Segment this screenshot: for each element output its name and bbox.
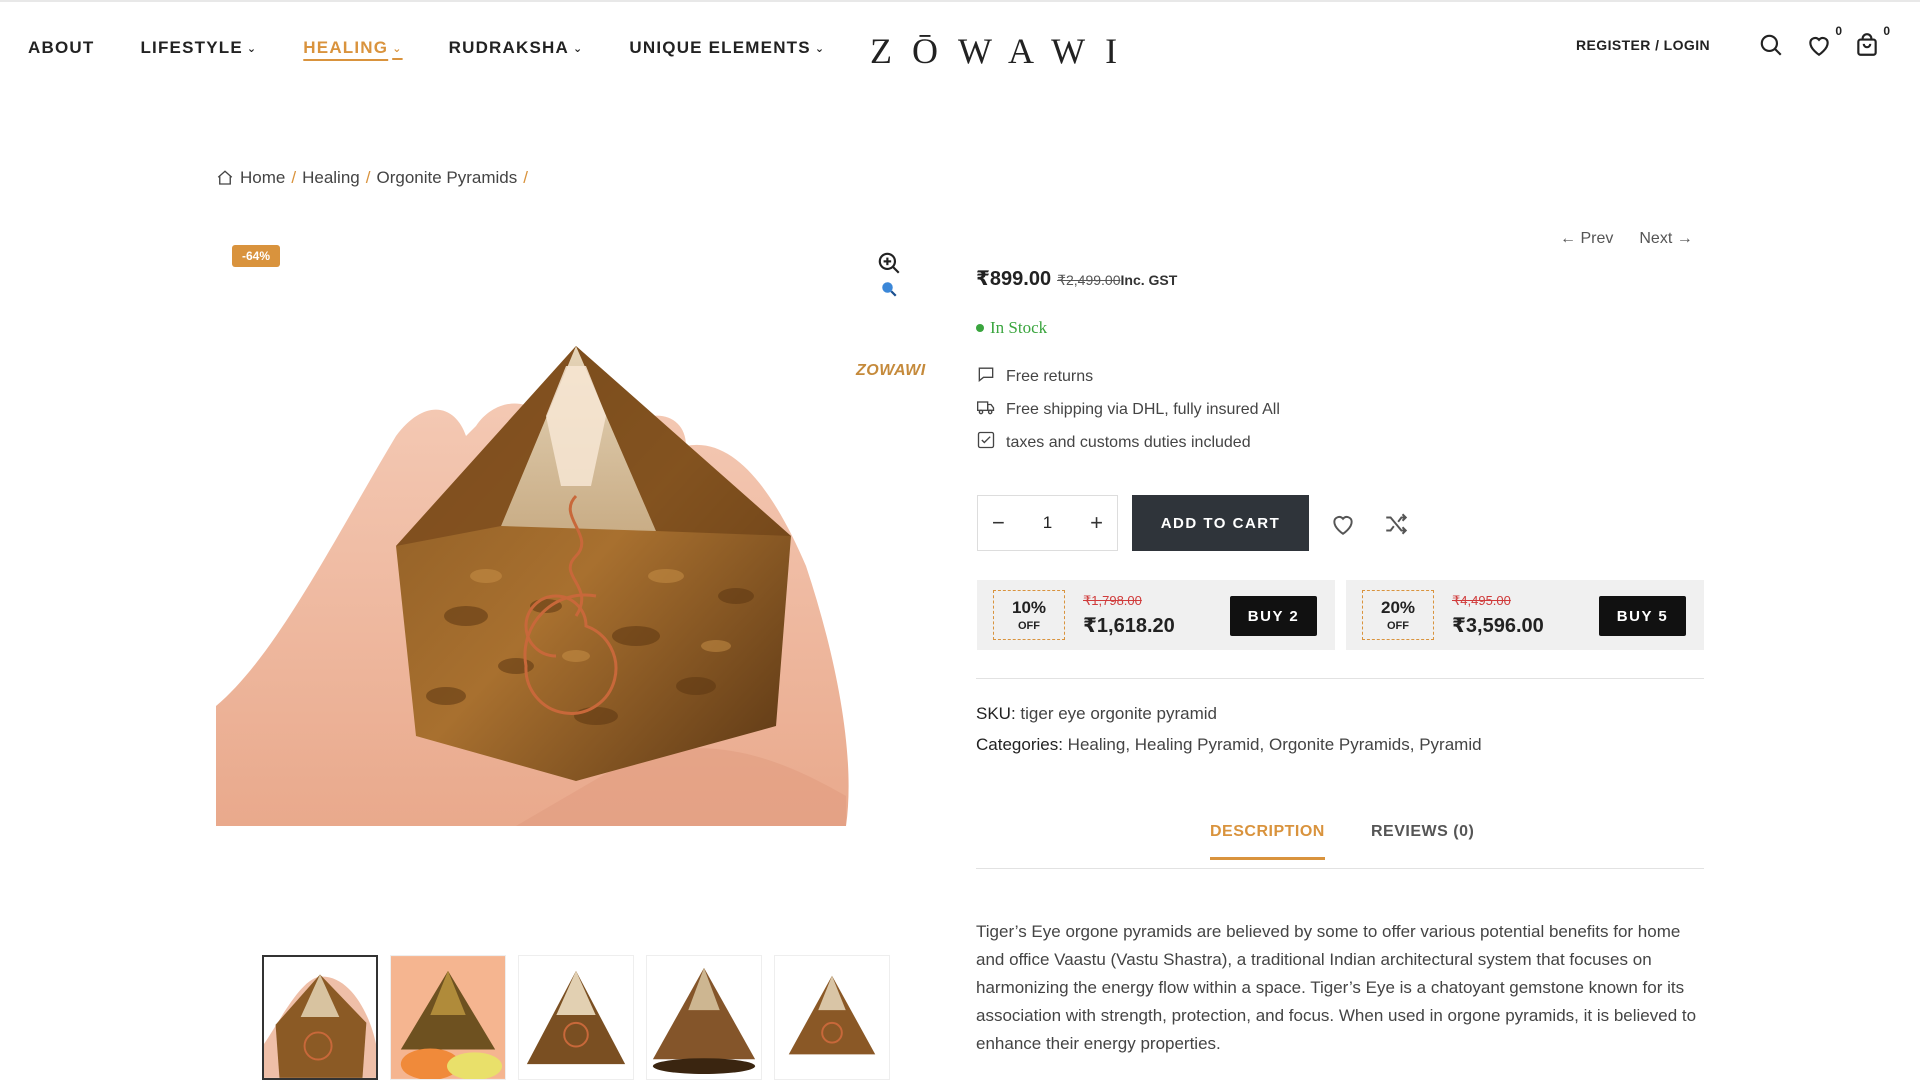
bundle-original-price: ₹1,798.00 (1083, 593, 1142, 608)
checkbox-icon (976, 430, 1006, 455)
search-icon[interactable] (1758, 32, 1784, 58)
breadcrumb: Home / Healing / Orgonite Pyramids / (216, 168, 534, 188)
home-icon[interactable] (216, 169, 234, 187)
nav-healing[interactable]: HEALING ⌄ (303, 38, 402, 58)
bundle-price: ₹3,596.00 (1452, 615, 1544, 637)
bundle-discount-off: OFF (1018, 620, 1040, 632)
bundle-price: ₹1,618.20 (1083, 615, 1175, 637)
category-link-orgonite-pyramids[interactable]: Orgonite Pyramids (1269, 735, 1410, 754)
prev-link[interactable]: ← Prev (1560, 230, 1613, 248)
main-nav: ABOUT LIFESTYLE ⌄ HEALING ⌄ RUDRAKSHA ⌄ UNI… (28, 38, 871, 58)
nav-rudraksha[interactable]: RUDRAKSHA ⌄ (449, 38, 584, 58)
categories-line: Categories: Healing, Healing Pyramid, Or… (976, 735, 1482, 754)
main-product-image[interactable] (216, 236, 916, 826)
add-to-cart-button[interactable]: ADD TO CART (1132, 495, 1309, 551)
nav-rudraksha-label: RUDRAKSHA (448, 38, 569, 57)
site-logo[interactable]: ZŌWAWI (870, 30, 1137, 72)
next-label: Next (1639, 230, 1673, 247)
category-link-healing[interactable]: Healing (1068, 735, 1126, 754)
magnifier-icon (880, 280, 898, 298)
buy-2-button[interactable]: BUY 2 (1230, 596, 1317, 636)
sku-line: SKU: tiger eye orgonite pyramid (976, 704, 1217, 724)
thumbnail-5[interactable] (774, 955, 890, 1080)
nav-lifestyle[interactable]: LIFESTYLE ⌄ (140, 38, 257, 58)
prev-label: Prev (1580, 230, 1614, 247)
bundle-original-price: ₹4,495.00 (1452, 593, 1511, 608)
feature-text: taxes and customs duties included (1006, 433, 1251, 451)
nav-about-label: ABOUT (28, 38, 95, 57)
chevron-down-icon: ⌄ (392, 42, 403, 55)
breadcrumb-separator: / (365, 168, 371, 187)
zoom-in-icon[interactable] (876, 250, 902, 276)
nav-about[interactable]: ABOUT (28, 38, 94, 58)
breadcrumb-orgonite-pyramids[interactable]: Orgonite Pyramids (376, 168, 517, 188)
wishlist-count: 0 (1835, 24, 1842, 38)
stock-label: In Stock (990, 318, 1048, 337)
bundle-discount-percent: 10% (1011, 598, 1047, 617)
original-price: ₹2,499.00 (1057, 272, 1121, 288)
feature-text: Free returns (1006, 367, 1094, 385)
next-link[interactable]: Next → (1639, 230, 1692, 248)
thumbnail-1[interactable] (262, 955, 378, 1080)
tab-reviews[interactable]: REVIEWS (0) (1371, 823, 1474, 857)
prev-next-nav: ← Prev Next → (1560, 230, 1693, 248)
chevron-down-icon: ⌄ (814, 42, 826, 55)
price-block: ₹899.00 ₹2,499.00 Inc. GST (976, 266, 1177, 291)
breadcrumb-healing[interactable]: Healing (302, 168, 360, 188)
truck-icon (976, 397, 1006, 422)
sku-label: SKU: (976, 704, 1016, 723)
current-price: ₹899.00 (976, 268, 1052, 290)
category-link-pyramid[interactable]: Pyramid (1419, 735, 1481, 754)
feature-taxes-included: taxes and customs duties included (976, 430, 1251, 455)
quantity-increase-button[interactable]: + (1090, 510, 1103, 536)
compare-shuffle-icon[interactable] (1383, 511, 1409, 537)
feature-text: Free shipping via DHL, fully insured All (1006, 400, 1280, 418)
nav-unique-elements-label: UNIQUE ELEMENTS (629, 38, 811, 57)
breadcrumb-home[interactable]: Home (240, 168, 285, 188)
stock-dot-icon (976, 324, 984, 332)
wishlist-icon[interactable]: 0 (1806, 24, 1842, 58)
thumbnail-2[interactable] (390, 955, 506, 1080)
category-link-healing-pyramid[interactable]: Healing Pyramid (1135, 735, 1260, 754)
bundle-discount-tag: 10% OFF (993, 590, 1065, 640)
chevron-down-icon: ⌄ (246, 42, 258, 55)
sku-value: tiger eye orgonite pyramid (1020, 704, 1217, 723)
bundle-discount-tag: 20% OFF (1362, 590, 1434, 640)
nav-unique-elements[interactable]: UNIQUE ELEMENTS ⌄ (629, 38, 825, 58)
bundle-offer-buy-2: 10% OFF ₹1,798.00 ₹1,618.20 BUY 2 (977, 580, 1335, 650)
register-login-link[interactable]: REGISTER / LOGIN (1576, 37, 1710, 53)
feature-free-returns: Free returns (976, 364, 1093, 389)
brand-watermark: ZOWAWI (856, 362, 926, 379)
nav-lifestyle-label: LIFESTYLE (140, 38, 243, 57)
breadcrumb-separator: / (291, 168, 297, 187)
quantity-stepper: − 1 + (977, 495, 1118, 551)
bundle-discount-off: OFF (1387, 620, 1409, 632)
thumbnail-strip (262, 955, 890, 1080)
stock-status: In Stock (976, 318, 1047, 338)
quantity-value[interactable]: 1 (1043, 513, 1052, 533)
divider (976, 678, 1704, 679)
bundle-offer-buy-5: 20% OFF ₹4,495.00 ₹3,596.00 BUY 5 (1346, 580, 1704, 650)
feature-free-shipping: Free shipping via DHL, fully insured All (976, 397, 1280, 422)
chevron-down-icon: ⌄ (572, 42, 584, 55)
product-description: Tiger’s Eye orgone pyramids are believed… (976, 922, 1697, 1053)
cart-count: 0 (1883, 24, 1890, 38)
tax-note: Inc. GST (1120, 272, 1178, 288)
cart-icon[interactable]: 0 (1854, 24, 1890, 58)
categories-label: Categories: (976, 735, 1063, 754)
site-header: ABOUT LIFESTYLE ⌄ HEALING ⌄ RUDRAKSHA ⌄ UNI… (0, 2, 1920, 90)
product-tabs: DESCRIPTION REVIEWS (0) (976, 815, 1704, 869)
header-actions: REGISTER / LOGIN 0 0 (1576, 24, 1890, 58)
chat-bubble-icon (976, 364, 1006, 389)
add-to-wishlist-heart-icon[interactable] (1330, 511, 1356, 537)
quantity-decrease-button[interactable]: − (992, 510, 1005, 536)
nav-healing-label: HEALING (303, 38, 389, 57)
thumbnail-4[interactable] (646, 955, 762, 1080)
breadcrumb-separator: / (523, 168, 528, 187)
discount-badge: -64% (232, 245, 281, 267)
thumbnail-3[interactable] (518, 955, 634, 1080)
tab-description[interactable]: DESCRIPTION (1210, 823, 1325, 860)
buy-5-button[interactable]: BUY 5 (1599, 596, 1686, 636)
bundle-discount-percent: 20% (1380, 598, 1416, 617)
